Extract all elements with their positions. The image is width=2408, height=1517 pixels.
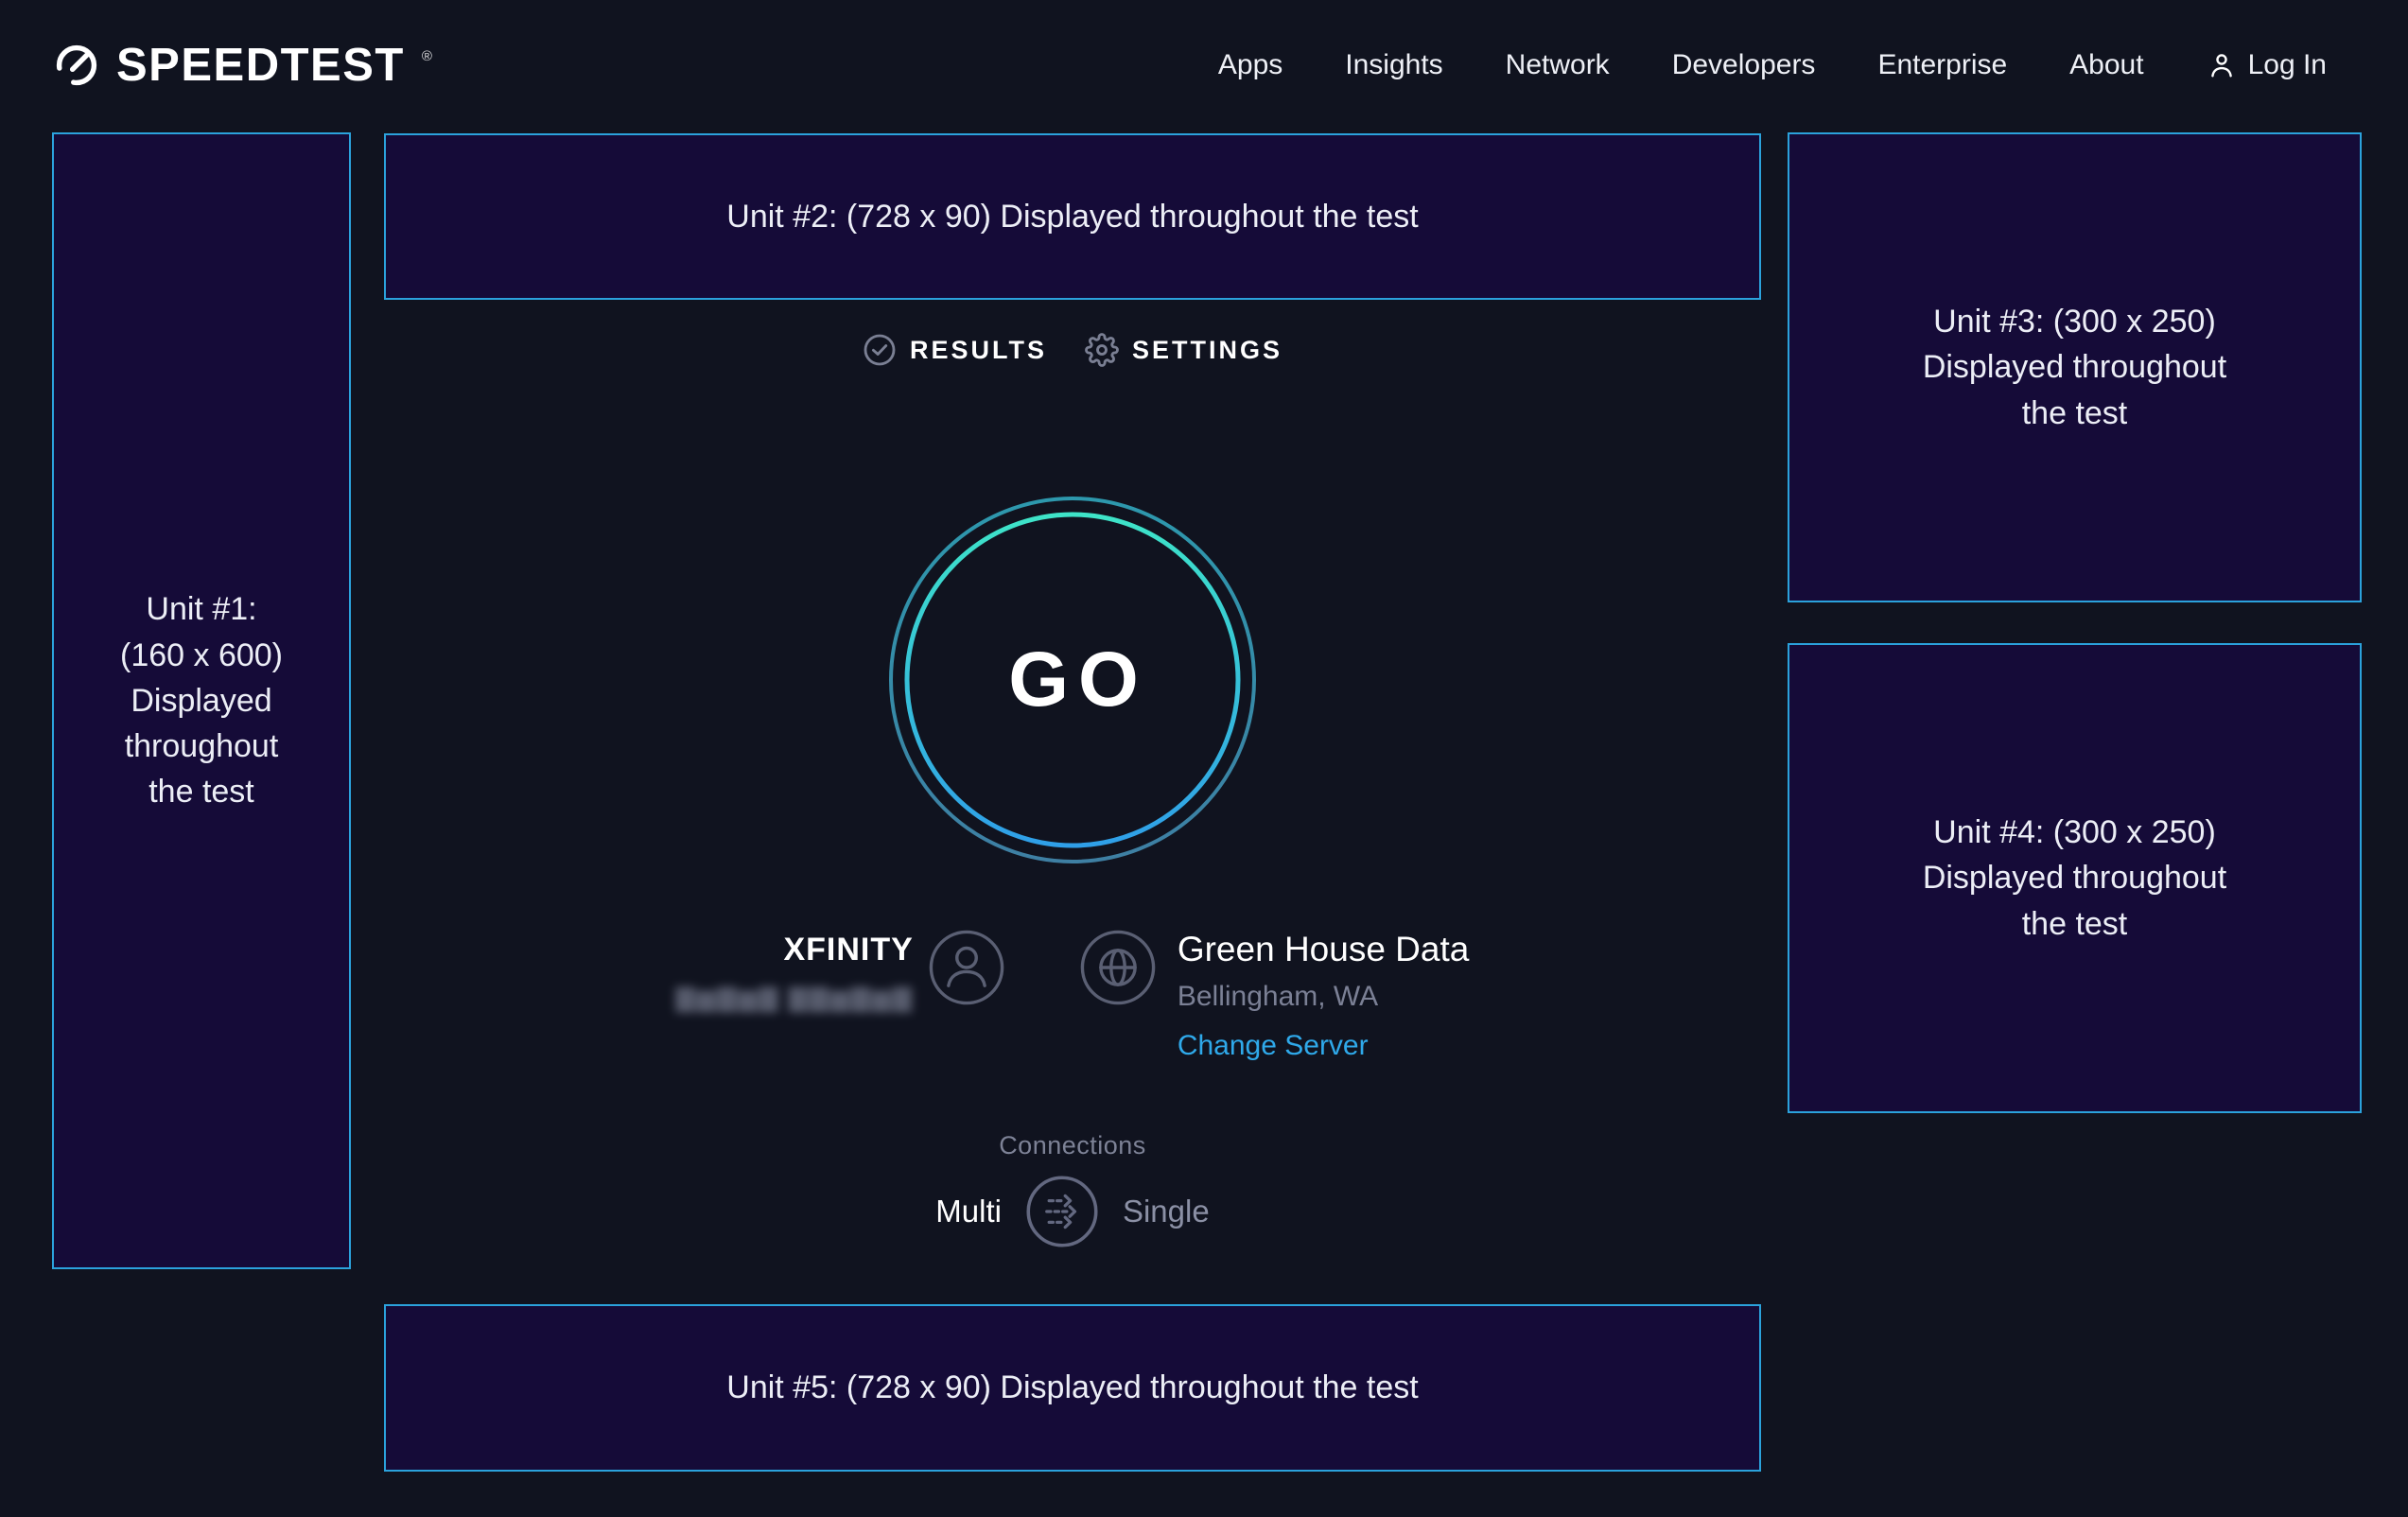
nav-item-about[interactable]: About bbox=[2069, 49, 2143, 81]
tab-bar: RESULTS SETTINGS bbox=[384, 333, 1761, 367]
multi-arrows-icon bbox=[1025, 1175, 1099, 1248]
login-label: Log In bbox=[2248, 49, 2327, 81]
top-nav: SPEEDTEST ® Apps Insights Network Develo… bbox=[0, 0, 2408, 131]
ad-unit-4[interactable]: Unit #4: (300 x 250) Displayed throughou… bbox=[1788, 643, 2362, 1113]
go-button-area: GO bbox=[384, 496, 1761, 864]
speedometer-gauge-icon bbox=[52, 41, 101, 90]
ad-unit-4-text: Unit #4: (300 x 250) Displayed throughou… bbox=[1923, 810, 2226, 947]
isp-block: XFINITY ▇▆▇▆▇ ▇▇▆▇▆▇ bbox=[676, 922, 914, 1013]
nav-item-apps[interactable]: Apps bbox=[1218, 49, 1283, 81]
connections-toggle-button[interactable] bbox=[1025, 1175, 1099, 1248]
ad-unit-1-text: Unit #1: (160 x 600) Displayed throughou… bbox=[120, 586, 283, 814]
logo-text: SPEEDTEST bbox=[116, 39, 405, 92]
page-root: SPEEDTEST ® Apps Insights Network Develo… bbox=[0, 0, 2408, 1517]
logo-trademark: ® bbox=[422, 48, 432, 64]
isp-user-icon bbox=[928, 929, 1005, 1006]
nav-item-enterprise[interactable]: Enterprise bbox=[1877, 49, 2007, 81]
nav-menu: Apps Insights Network Developers Enterpr… bbox=[1218, 49, 2327, 81]
speedtest-logo[interactable]: SPEEDTEST ® bbox=[52, 39, 432, 92]
connections-mode-single[interactable]: Single bbox=[1123, 1194, 1210, 1229]
ad-unit-2-text: Unit #2: (728 x 90) Displayed throughout… bbox=[726, 194, 1418, 239]
isp-name: XFINITY bbox=[676, 932, 914, 968]
server-location: Bellingham, WA bbox=[1178, 981, 1470, 1013]
ad-unit-3[interactable]: Unit #3: (300 x 250) Displayed throughou… bbox=[1788, 132, 2362, 602]
ad-unit-5[interactable]: Unit #5: (728 x 90) Displayed throughout… bbox=[384, 1304, 1761, 1472]
ad-unit-5-text: Unit #5: (728 x 90) Displayed throughout… bbox=[726, 1365, 1418, 1410]
user-icon bbox=[2207, 50, 2237, 80]
gear-icon bbox=[1085, 333, 1119, 367]
ad-unit-1[interactable]: Unit #1: (160 x 600) Displayed throughou… bbox=[52, 132, 351, 1269]
go-button[interactable]: GO bbox=[888, 496, 1257, 864]
tab-results[interactable]: RESULTS bbox=[863, 333, 1047, 367]
nav-item-network[interactable]: Network bbox=[1506, 49, 1610, 81]
nav-item-developers[interactable]: Developers bbox=[1672, 49, 1816, 81]
tab-settings[interactable]: SETTINGS bbox=[1085, 333, 1283, 367]
tab-settings-label: SETTINGS bbox=[1132, 336, 1283, 365]
server-name: Green House Data bbox=[1178, 930, 1470, 969]
isp-redacted-text: ▇▆▇▆▇ ▇▇▆▇▆▇ bbox=[676, 984, 914, 1013]
change-server-link[interactable]: Change Server bbox=[1178, 1030, 1470, 1062]
server-block: Green House Data Bellingham, WA Change S… bbox=[1178, 922, 1470, 1062]
connections-label: Connections bbox=[384, 1131, 1761, 1160]
nav-item-insights[interactable]: Insights bbox=[1345, 49, 1442, 81]
provider-row: XFINITY ▇▆▇▆▇ ▇▇▆▇▆▇ Green House Data Be… bbox=[384, 922, 1761, 1062]
tab-results-label: RESULTS bbox=[910, 336, 1047, 365]
ad-unit-2[interactable]: Unit #2: (728 x 90) Displayed throughout… bbox=[384, 133, 1761, 300]
ad-unit-3-text: Unit #3: (300 x 250) Displayed throughou… bbox=[1923, 299, 2226, 436]
server-globe-icon bbox=[1079, 929, 1157, 1006]
connections-mode-multi[interactable]: Multi bbox=[935, 1194, 1002, 1229]
go-button-label: GO bbox=[888, 496, 1257, 864]
connections-toggle-row: Multi Single bbox=[384, 1175, 1761, 1248]
login-button[interactable]: Log In bbox=[2207, 49, 2327, 81]
check-circle-icon bbox=[863, 333, 897, 367]
